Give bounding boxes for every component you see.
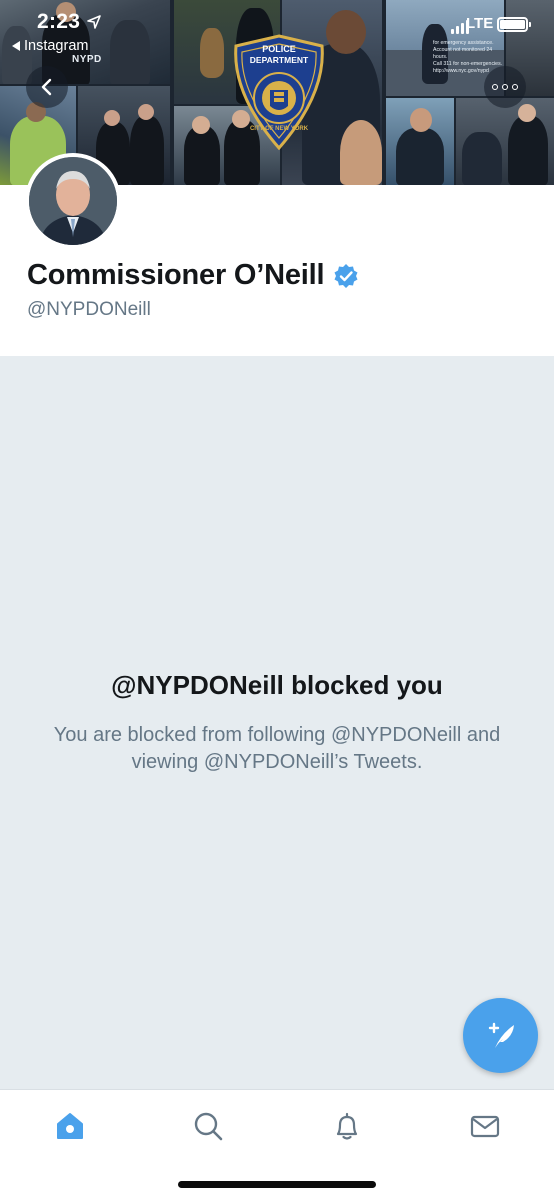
- bell-icon: [336, 1112, 358, 1140]
- tab-messages[interactable]: [467, 1108, 503, 1144]
- tab-home[interactable]: [52, 1108, 88, 1144]
- banner-photo-speech: [456, 98, 554, 185]
- battery-icon: [497, 17, 531, 32]
- compose-feather-icon: [488, 1022, 514, 1048]
- more-dots-icon: [492, 84, 518, 90]
- banner-note-line: for emergency assistance.: [433, 40, 494, 46]
- profile-display-name: Commissioner O’Neill: [27, 259, 359, 292]
- chevron-left-icon: [41, 78, 52, 96]
- back-button[interactable]: [26, 66, 68, 108]
- verified-badge-icon: [334, 263, 358, 288]
- badge-text-department: DEPARTMENT: [249, 55, 309, 65]
- banner-note-line: Account not monitored 24 hours.: [433, 47, 493, 60]
- avatar[interactable]: [25, 153, 121, 249]
- network-type: LTE: [466, 15, 494, 32]
- avatar-portrait: [29, 157, 117, 245]
- display-name-text: Commissioner O’Neill: [27, 259, 325, 291]
- back-to-app-link[interactable]: Instagram: [12, 38, 88, 54]
- home-icon: [57, 1113, 83, 1139]
- back-app-label: Instagram: [24, 38, 89, 54]
- blocked-panel: @NYPDONeill blocked you You are blocked …: [0, 356, 554, 1089]
- profile-handle: @NYPDONeill: [27, 299, 151, 320]
- tab-search[interactable]: [190, 1108, 226, 1144]
- badge-text-city: CITY OF NEW YORK: [249, 126, 309, 132]
- status-time: 2:23: [37, 10, 81, 33]
- back-triangle-icon: [12, 41, 20, 51]
- blocked-message: You are blocked from following @NYPDONei…: [53, 724, 501, 773]
- location-arrow-icon: [87, 15, 101, 29]
- badge-text-police: POLICE: [262, 44, 296, 54]
- compose-tweet-button[interactable]: [463, 998, 538, 1073]
- jacket-text: NYPD: [72, 54, 102, 65]
- banner-photo-diver: [386, 98, 454, 185]
- home-indicator[interactable]: [178, 1181, 376, 1188]
- more-options-button[interactable]: [484, 66, 526, 108]
- tab-notifications[interactable]: [329, 1108, 365, 1144]
- blocked-title: @NYPDONeill blocked you: [111, 670, 443, 700]
- banner-note-line: Call 311 for non-emergencies.: [433, 61, 503, 67]
- search-icon: [194, 1112, 223, 1141]
- envelope-icon: [470, 1115, 500, 1138]
